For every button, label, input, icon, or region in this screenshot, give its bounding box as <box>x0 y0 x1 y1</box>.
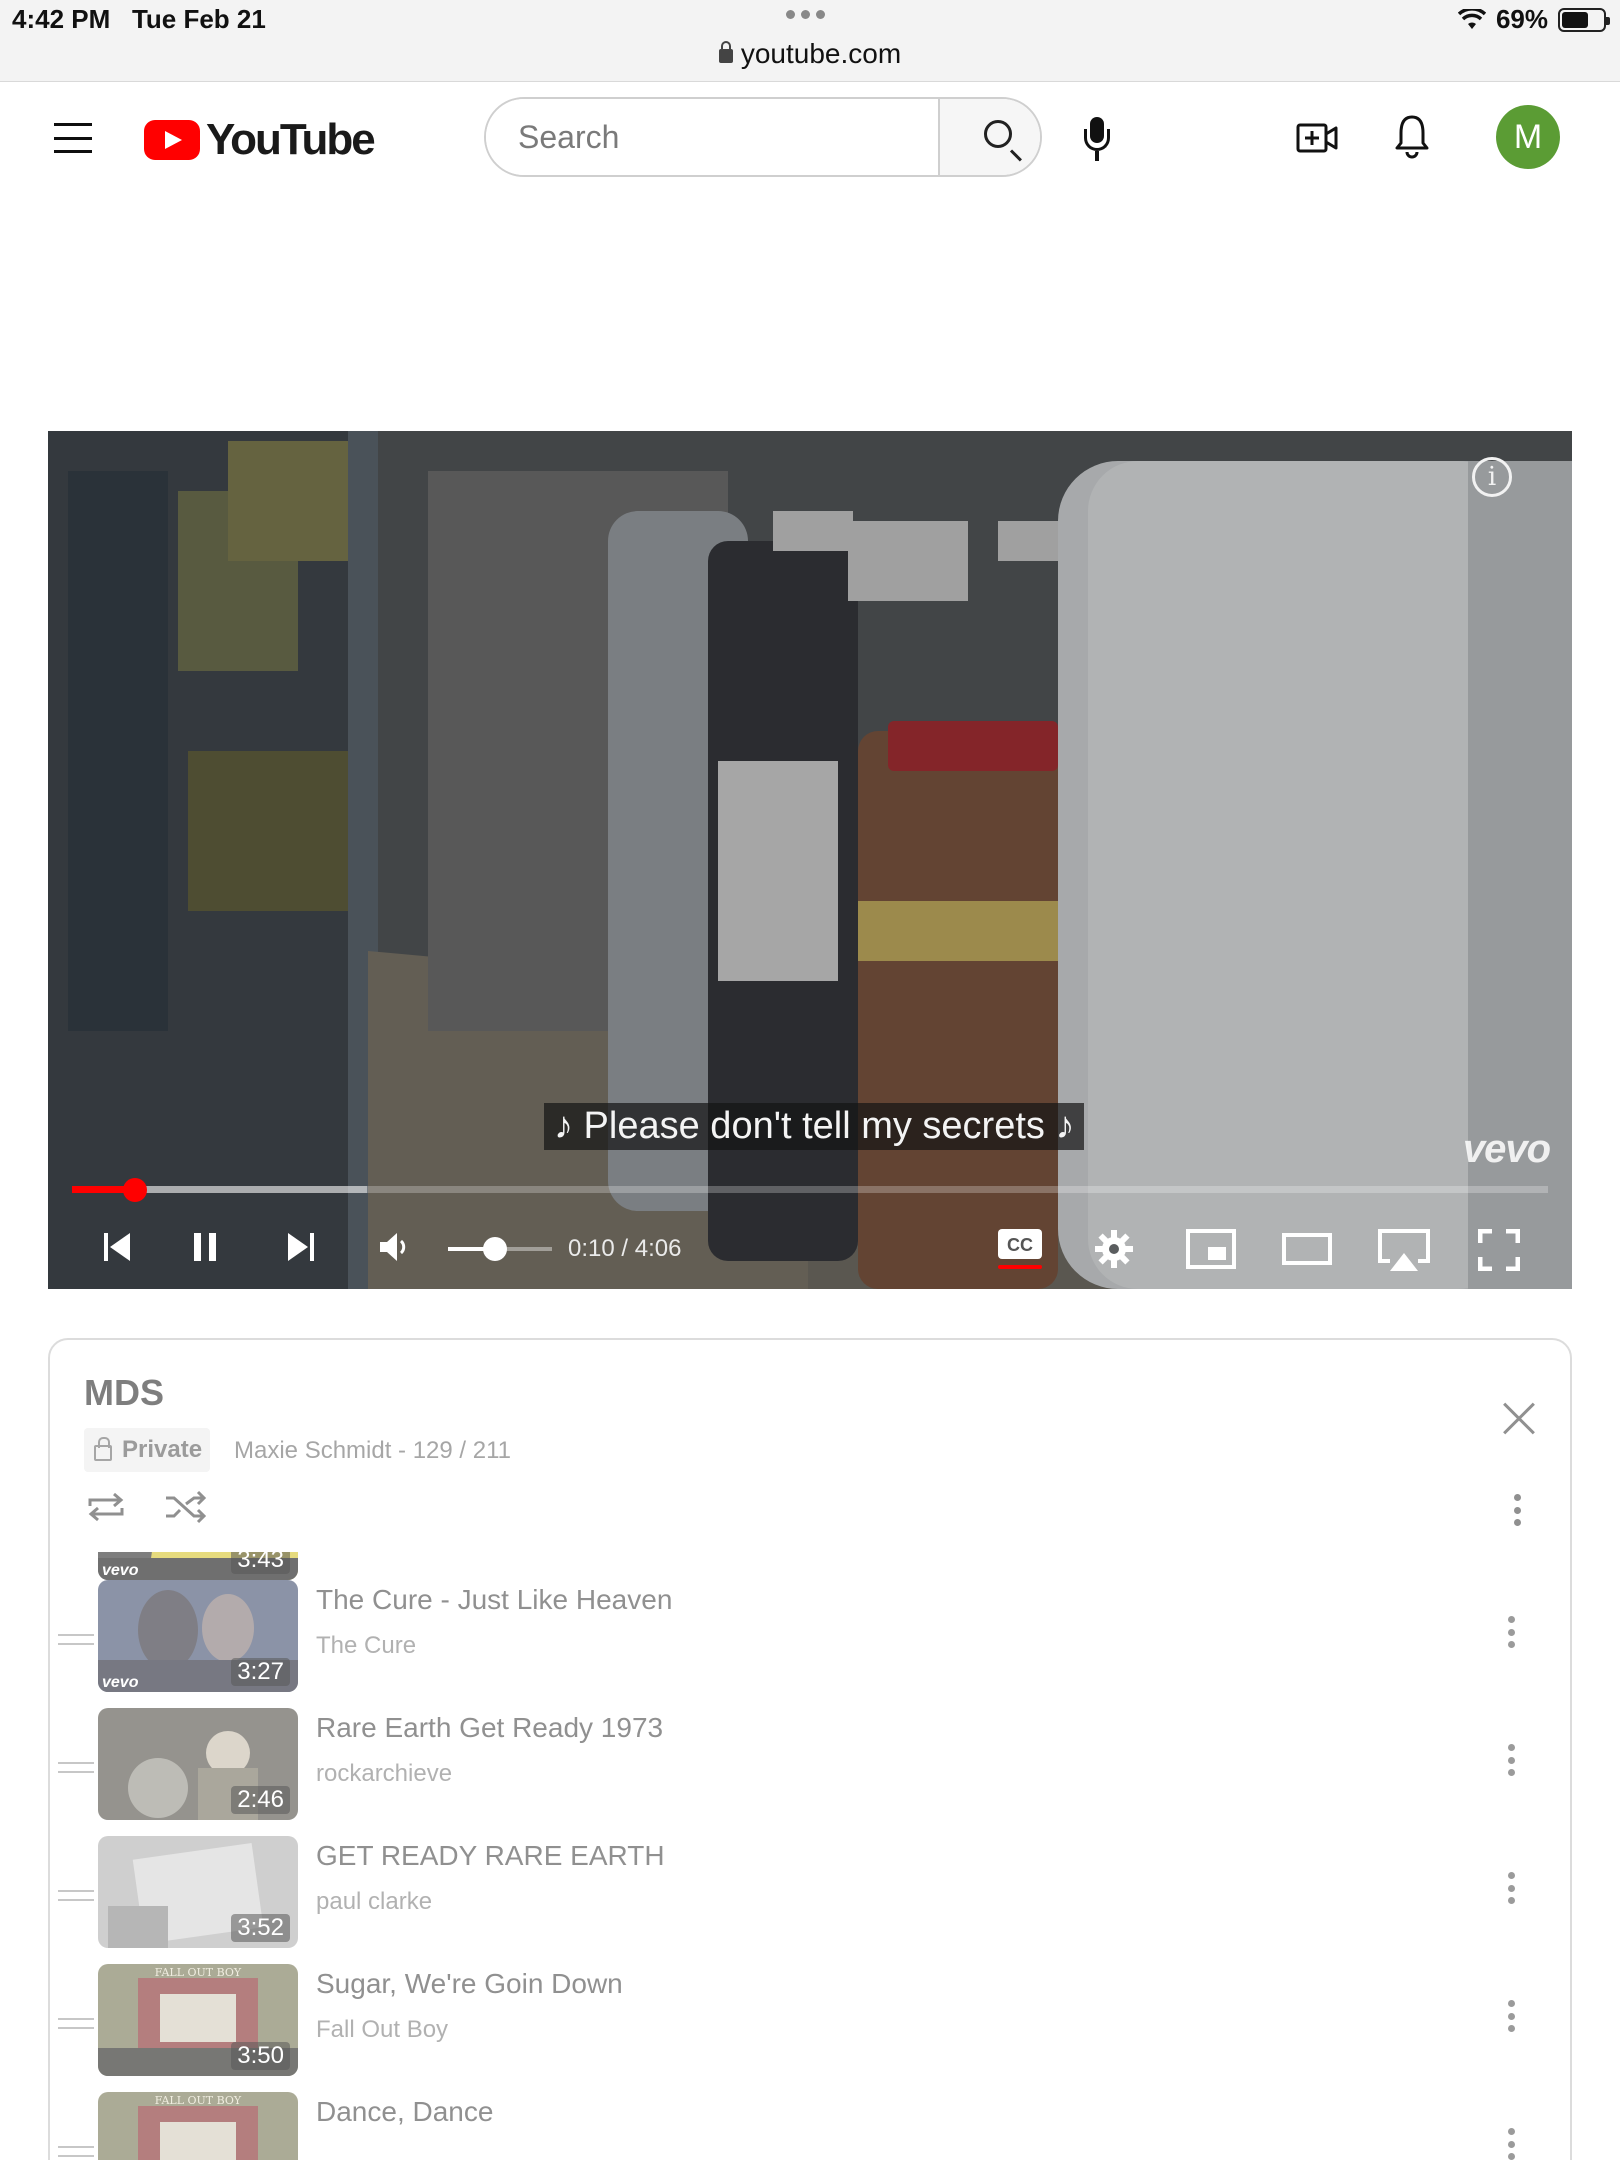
video-player[interactable]: i ♪ Please don't tell my secrets ♪ vevo … <box>48 431 1572 1289</box>
search-button[interactable] <box>938 99 1040 175</box>
list-item[interactable]: FALL OUT BOY Dance, Dance <box>50 2092 1570 2160</box>
more-vertical-icon[interactable] <box>1514 1494 1522 1530</box>
playlist-items: 3:43 vevo 3:27 vevo The Cure - Just Like… <box>50 1552 1570 2160</box>
player-overlay <box>48 431 1572 1289</box>
avatar[interactable]: M <box>1496 105 1560 169</box>
shuffle-icon[interactable] <box>164 1490 208 1524</box>
video-thumbnail: 2:46 <box>98 1708 298 1820</box>
vevo-badge: vevo <box>102 1674 139 1691</box>
status-right: 69% <box>1457 4 1610 35</box>
drag-handle[interactable] <box>58 1634 94 1646</box>
thumbnail-image: FALL OUT BOY <box>98 2092 298 2160</box>
thumbnail-text: FALL OUT BOY <box>155 2094 242 2107</box>
drag-handle[interactable] <box>58 2018 94 2030</box>
vevo-watermark: vevo <box>1462 1127 1551 1171</box>
wifi-icon <box>1457 8 1486 29</box>
close-icon[interactable] <box>1502 1402 1536 1436</box>
more-vertical-icon[interactable] <box>1508 2128 1516 2160</box>
drag-handle[interactable] <box>58 2146 94 2158</box>
volume-icon[interactable] <box>378 1231 412 1263</box>
logo-text: YouTube <box>206 115 376 164</box>
youtube-header: YouTube M <box>0 83 1620 193</box>
video-title[interactable]: The Cure - Just Like Heaven <box>316 1584 672 1616</box>
duration-badge: 3:43 <box>231 1552 290 1574</box>
video-thumbnail: FALL OUT BOY 3:50 <box>98 1964 298 2076</box>
channel-name: rockarchieve <box>316 1760 453 1787</box>
loop-icon[interactable] <box>84 1490 128 1524</box>
battery-icon <box>1558 7 1610 32</box>
duration-badge: 2:46 <box>231 1786 290 1814</box>
settings-gear-icon[interactable] <box>1094 1229 1134 1269</box>
lock-icon <box>718 41 733 63</box>
volume-slider[interactable] <box>448 1237 552 1261</box>
channel-name: The Cure <box>316 1632 417 1659</box>
video-title[interactable]: GET READY RARE EARTH <box>316 1840 665 1872</box>
clock-date: Tue Feb 21 <box>131 4 266 34</box>
url-bar[interactable]: youtube.com <box>0 38 1620 70</box>
theater-mode-icon[interactable] <box>1282 1233 1332 1265</box>
playlist-title[interactable]: MDS <box>84 1372 164 1414</box>
previous-icon[interactable] <box>104 1231 132 1263</box>
lock-icon <box>94 1437 112 1461</box>
video-thumbnail: 3:27 vevo <box>98 1580 298 1692</box>
more-dots-icon[interactable] <box>786 10 825 19</box>
more-vertical-icon[interactable] <box>1508 1744 1516 1780</box>
more-vertical-icon[interactable] <box>1508 2000 1516 2036</box>
info-icon[interactable]: i <box>1472 457 1512 497</box>
drag-handle[interactable] <box>58 1762 94 1774</box>
youtube-logo[interactable]: YouTube <box>144 115 376 165</box>
subtitle-caption: ♪ Please don't tell my secrets ♪ <box>544 1103 1085 1150</box>
volume-knob[interactable] <box>482 1237 507 1261</box>
captions-icon[interactable]: CC <box>996 1225 1044 1273</box>
playlist-panel: MDS Private Maxie Schmidt - 129 / 211 3:… <box>48 1338 1572 2160</box>
video-thumbnail: 3:52 <box>98 1836 298 1948</box>
create-video-icon[interactable] <box>1296 123 1338 153</box>
fullscreen-icon[interactable] <box>1478 1229 1520 1271</box>
channel-name: Fall Out Boy <box>316 2016 449 2043</box>
svg-text:CC: CC <box>1007 1235 1033 1255</box>
list-item[interactable]: 3:43 vevo <box>50 1552 1570 1580</box>
vevo-badge: vevo <box>102 1562 139 1579</box>
video-title[interactable]: Sugar, We're Goin Down <box>316 1968 623 2000</box>
list-item[interactable]: FALL OUT BOY 3:50 Sugar, We're Goin Down… <box>50 1964 1570 2076</box>
youtube-play-logo-icon <box>144 120 200 160</box>
video-title[interactable]: Dance, Dance <box>316 2096 493 2128</box>
search-icon <box>984 120 1012 148</box>
video-title[interactable]: Rare Earth Get Ready 1973 <box>316 1712 663 1744</box>
privacy-label: Private <box>122 1436 203 1463</box>
search-input[interactable] <box>486 99 938 175</box>
battery-percent: 69% <box>1495 4 1548 34</box>
duration-badge: 3:27 <box>231 1658 290 1686</box>
more-vertical-icon[interactable] <box>1508 1872 1516 1908</box>
playlist-owner-position: Maxie Schmidt - 129 / 211 <box>234 1437 512 1464</box>
list-item[interactable]: 3:27 vevo The Cure - Just Like Heaven Th… <box>50 1580 1570 1692</box>
player-controls: 0:10 / 4:06 CC <box>48 1217 1572 1289</box>
menu-icon[interactable] <box>54 123 92 153</box>
more-vertical-icon[interactable] <box>1508 1616 1516 1652</box>
drag-handle[interactable] <box>58 1890 94 1902</box>
search-box <box>484 97 1042 177</box>
clock-time: 4:42 PM <box>12 4 111 34</box>
privacy-badge: Private <box>84 1428 211 1472</box>
duration-badge: 3:52 <box>231 1914 290 1942</box>
pause-icon[interactable] <box>194 1231 218 1263</box>
mic-icon[interactable] <box>1084 117 1110 163</box>
url-text: youtube.com <box>740 38 902 69</box>
list-item[interactable]: 2:46 Rare Earth Get Ready 1973 rockarchi… <box>50 1708 1570 1820</box>
next-icon[interactable] <box>286 1231 314 1263</box>
duration-badge: 3:50 <box>231 2042 290 2070</box>
video-thumbnail: FALL OUT BOY <box>98 2092 298 2160</box>
notifications-bell-icon[interactable] <box>1394 113 1430 159</box>
channel-name: paul clarke <box>316 1888 433 1915</box>
progress-bar[interactable] <box>72 1178 1548 1202</box>
time-display: 0:10 / 4:06 <box>568 1235 682 1262</box>
status-time: 4:42 PM Tue Feb 21 <box>12 4 266 35</box>
airplay-icon[interactable] <box>1376 1227 1432 1273</box>
list-item[interactable]: 3:52 GET READY RARE EARTH paul clarke <box>50 1836 1570 1948</box>
thumbnail-text: FALL OUT BOY <box>155 1966 242 1979</box>
video-thumbnail: 3:43 vevo <box>98 1552 298 1580</box>
miniplayer-icon[interactable] <box>1186 1229 1236 1269</box>
status-bar: 4:42 PM Tue Feb 21 69% youtube.com <box>0 0 1620 82</box>
